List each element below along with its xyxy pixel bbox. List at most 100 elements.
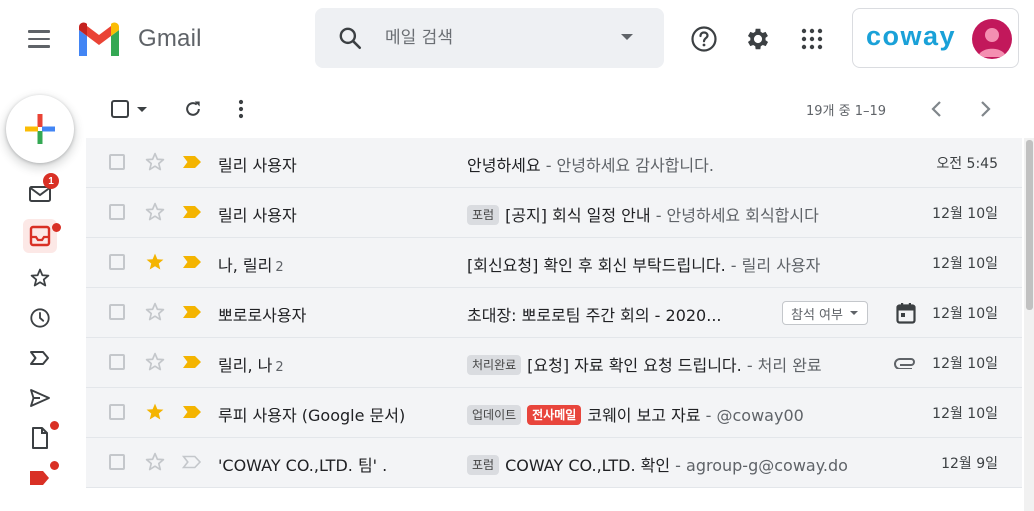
rsvp-chip[interactable]: 참석 여부 <box>782 301 868 325</box>
star-icon[interactable] <box>144 151 166 173</box>
send-icon <box>30 389 50 407</box>
email-sender: 릴리 사용자 <box>218 152 297 176</box>
notification-dot <box>50 421 59 430</box>
header: Gmail coway <box>0 0 1034 77</box>
email-subject: 안녕하세요 <box>467 156 541 175</box>
important-marker-icon[interactable] <box>182 205 202 219</box>
label-badge[interactable]: 포럼 <box>467 455 500 475</box>
clock-icon <box>30 308 50 328</box>
row-checkbox[interactable] <box>109 154 125 170</box>
gmail-logo[interactable]: Gmail <box>76 22 202 56</box>
star-filled-icon[interactable] <box>144 401 166 423</box>
sidebar-item-label[interactable] <box>22 461 59 493</box>
star-icon <box>30 268 50 287</box>
star-icon[interactable] <box>144 301 166 323</box>
help-button[interactable] <box>687 22 721 56</box>
email-subject-line: 처리완료 [요청] 자료 확인 요청 드립니다. - 처리 완료 <box>467 352 879 376</box>
settings-button[interactable] <box>741 22 775 56</box>
row-checkbox[interactable] <box>109 304 125 320</box>
select-all-checkbox[interactable] <box>104 94 154 124</box>
important-marker-icon[interactable] <box>182 355 202 369</box>
thread-count: 2 <box>275 260 284 275</box>
important-marker-icon[interactable] <box>182 255 202 269</box>
chevron-down-icon <box>137 107 147 112</box>
email-row[interactable]: 루피 사용자 (Google 문서) 업데이트 전사메일 코웨이 보고 자료 - @… <box>86 388 1022 438</box>
main-menu-button[interactable] <box>20 22 58 56</box>
sender-name: 'COWAY CO.,LTD. 팀' . <box>218 456 388 475</box>
notification-dot <box>52 223 61 232</box>
compose-button[interactable] <box>6 95 74 163</box>
row-checkbox[interactable] <box>109 404 125 420</box>
email-row[interactable]: 릴리 사용자 안녕하세요 - 안녕하세요 감사합니다. 오전 5:45 <box>86 138 1022 188</box>
email-snippet: - agroup-g@coway.do <box>670 456 848 475</box>
older-page-button[interactable] <box>974 94 998 124</box>
row-checkbox[interactable] <box>109 354 125 370</box>
email-snippet: - @coway00 <box>700 406 804 425</box>
email-row[interactable]: 뽀로로사용자 초대장: 뽀로로팀 주간 회의 - 2020... 참석 여부 1… <box>86 288 1022 338</box>
pagination-info: 19개 중 1–19 <box>806 104 887 119</box>
important-marker-icon[interactable] <box>182 155 202 169</box>
important-marker-icon[interactable] <box>182 455 202 469</box>
important-marker-icon[interactable] <box>182 305 202 319</box>
email-snippet: - 안녕하세요 회식합시다 <box>650 206 819 225</box>
sender-name: 릴리 사용자 <box>218 156 297 175</box>
apps-button[interactable] <box>795 22 829 56</box>
row-checkbox[interactable] <box>109 204 125 220</box>
sidebar-item-inbox[interactable]: 1 <box>22 173 59 209</box>
app-name: Gmail <box>138 25 202 52</box>
calendar-icon <box>896 303 916 324</box>
thread-count: 2 <box>275 360 284 375</box>
email-subject-line: 포럼 [공지] 회식 일정 안내 - 안녕하세요 회식합시다 <box>467 202 879 226</box>
notification-dot <box>50 461 59 470</box>
email-row[interactable]: 나, 릴리 2 [회신요청] 확인 후 회신 부탁드립니다. - 릴리 사용자 1… <box>86 238 1022 288</box>
label-badge[interactable]: 포럼 <box>467 205 500 225</box>
email-subject: 코웨이 보고 자료 <box>587 406 701 425</box>
account-switcher[interactable]: coway <box>852 8 1019 68</box>
list-toolbar: 19개 중 1–19 <box>86 88 1034 130</box>
chevron-right-icon <box>981 101 991 117</box>
email-row[interactable]: 릴리, 나2 처리완료 [요청] 자료 확인 요청 드립니다. - 처리 완료 1… <box>86 338 1022 388</box>
email-date: 12월 10일 <box>932 356 998 372</box>
chevron-down-icon <box>849 311 858 315</box>
row-checkbox[interactable] <box>109 454 125 470</box>
checkbox-icon <box>111 100 129 118</box>
user-avatar-icon <box>978 28 1006 57</box>
sidebar-item-snoozed[interactable] <box>22 303 58 333</box>
search-bar[interactable] <box>315 8 664 68</box>
star-filled-icon[interactable] <box>144 251 166 273</box>
search-icon[interactable] <box>337 25 363 51</box>
sidebar-item-important[interactable] <box>22 343 58 373</box>
refresh-button[interactable] <box>178 94 208 124</box>
draft-file-icon <box>32 427 48 449</box>
sender-name: 릴리 사용자 <box>218 206 297 225</box>
email-date: 12월 10일 <box>932 256 998 272</box>
email-snippet: - 릴리 사용자 <box>725 256 821 275</box>
email-row[interactable]: 릴리 사용자 포럼 [공지] 회식 일정 안내 - 안녕하세요 회식합시다 12월… <box>86 188 1022 238</box>
sender-name: 루피 사용자 (Google 문서) <box>218 406 406 425</box>
email-subject-line: 포럼 COWAY CO.,LTD. 확인 - agroup-g@coway.do <box>467 452 879 476</box>
star-icon[interactable] <box>144 451 166 473</box>
search-input[interactable] <box>385 22 605 54</box>
search-options-chevron-down-icon[interactable] <box>620 32 634 42</box>
row-checkbox[interactable] <box>109 254 125 270</box>
email-list: 릴리 사용자 안녕하세요 - 안녕하세요 감사합니다. 오전 5:45 릴리 사… <box>86 138 1022 488</box>
star-icon[interactable] <box>144 351 166 373</box>
scrollbar-thumb[interactable] <box>1026 140 1033 310</box>
label-badge[interactable]: 업데이트 <box>467 405 522 425</box>
email-subject: 초대장: 뽀로로팀 주간 회의 - 2020... <box>467 306 722 325</box>
star-icon[interactable] <box>144 201 166 223</box>
sidebar-item-starred[interactable] <box>22 263 58 293</box>
sidebar-item-drafts[interactable] <box>22 421 59 453</box>
apps-grid-icon <box>801 28 823 50</box>
email-row[interactable]: 'COWAY CO.,LTD. 팀' . 포럼 COWAY CO.,LTD. 확인… <box>86 438 1022 488</box>
sidebar-item-tasks-box[interactable] <box>22 219 61 253</box>
label-badge[interactable]: 전사메일 <box>527 405 582 425</box>
sidebar-item-sent[interactable] <box>22 383 58 413</box>
email-subject-line: 초대장: 뽀로로팀 주간 회의 - 2020... <box>467 302 767 326</box>
newer-page-button[interactable] <box>924 94 948 124</box>
avatar[interactable] <box>972 19 1012 59</box>
more-options-button[interactable] <box>229 94 253 124</box>
more-vert-icon <box>238 99 244 119</box>
label-badge[interactable]: 처리완료 <box>467 355 522 375</box>
important-marker-icon[interactable] <box>182 405 202 419</box>
